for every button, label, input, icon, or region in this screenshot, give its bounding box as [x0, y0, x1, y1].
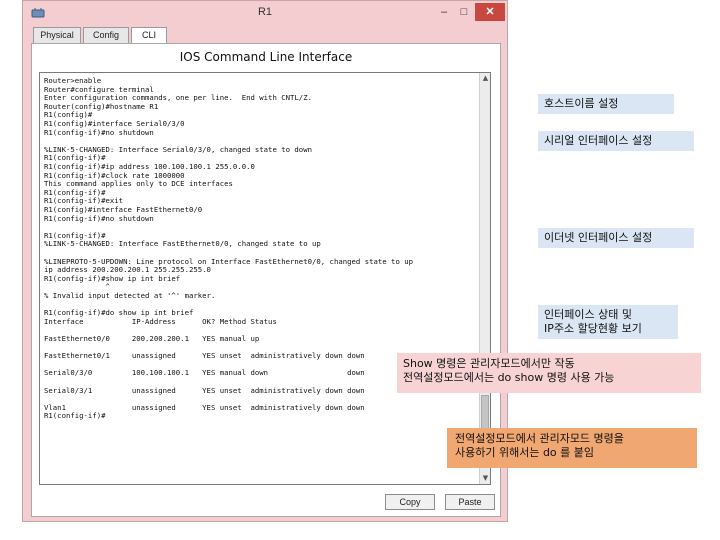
note-ethernet: 이더넷 인터페이스 설정	[538, 228, 694, 248]
note-serial: 시리얼 인터페이스 설정	[538, 131, 694, 151]
terminal-line: %LINK-5-CHANGED: Interface FastEthernet0…	[44, 239, 321, 249]
terminal-line: Serial0/3/1 unassigned YES unset adminis…	[44, 385, 365, 395]
tab-physical[interactable]: Physical	[33, 27, 81, 43]
paste-button[interactable]: Paste	[445, 494, 495, 510]
note-interface-status: 인터페이스 상태 및 IP주소 할당현황 보기	[538, 305, 678, 339]
copy-button[interactable]: Copy	[385, 494, 435, 510]
terminal-scrollbar[interactable]: ▲ ▼	[479, 73, 490, 484]
note-hostname-text: 호스트이름 설정	[544, 97, 619, 110]
terminal-line: Interface IP-Address OK? Method Status	[44, 316, 277, 326]
title-bar[interactable]: R1 – □ ✕	[23, 1, 507, 25]
tab-cli[interactable]: CLI	[131, 27, 167, 44]
cli-panel: IOS Command Line Interface ▲ ▼ Router>en…	[31, 43, 501, 517]
terminal-line: FastEthernet0/0 200.200.200.1 YES manual…	[44, 334, 260, 343]
terminal-output[interactable]: ▲ ▼ Router>enable Router#configure termin…	[39, 72, 491, 485]
terminal-line: FastEthernet0/1 unassigned YES unset adm…	[44, 351, 365, 361]
note-show-line: Show 명령은 관리자모드에서만 작동	[403, 357, 575, 370]
note-hostname: 호스트이름 설정	[538, 94, 674, 114]
scroll-down-icon[interactable]: ▼	[480, 473, 490, 484]
maximize-button[interactable]: □	[455, 3, 473, 21]
scroll-up-icon[interactable]: ▲	[480, 73, 490, 84]
note-show-line: 전역설정모드에서는 do show 명령 사용 가능	[403, 371, 615, 384]
note-do-line: 사용하기 위해서는 do 를 붙임	[455, 446, 595, 459]
terminal-line: Serial0/3/0 100.100.100.1 YES manual dow…	[44, 368, 365, 378]
terminal-line: % Invalid input detected at '^' marker.	[44, 291, 216, 300]
note-show-command: Show 명령은 관리자모드에서만 작동 전역설정모드에서는 do show 명…	[397, 353, 701, 393]
panel-title: IOS Command Line Interface	[179, 50, 353, 64]
note-status-line: 인터페이스 상태 및	[544, 308, 632, 321]
note-serial-text: 시리얼 인터페이스 설정	[544, 134, 653, 147]
minimize-button[interactable]: –	[435, 3, 453, 21]
note-do-line: 전역설정모드에서 관리자모드 명령을	[455, 432, 624, 445]
terminal-line: R1(config-if)#no shutdown	[44, 127, 154, 137]
terminal-line: R1(config-if)#no shutdown	[44, 213, 154, 223]
note-do-command: 전역설정모드에서 관리자모드 명령을 사용하기 위해서는 do 를 붙임	[447, 428, 697, 468]
note-status-line: IP주소 할당현황 보기	[544, 322, 642, 335]
note-ethernet-text: 이더넷 인터페이스 설정	[544, 231, 653, 244]
close-button[interactable]: ✕	[475, 3, 505, 21]
terminal-line: R1(config-if)#	[44, 411, 106, 421]
router-window: R1 – □ ✕ Physical Config CLI IOS Command…	[22, 0, 508, 522]
tab-config[interactable]: Config	[83, 27, 129, 43]
